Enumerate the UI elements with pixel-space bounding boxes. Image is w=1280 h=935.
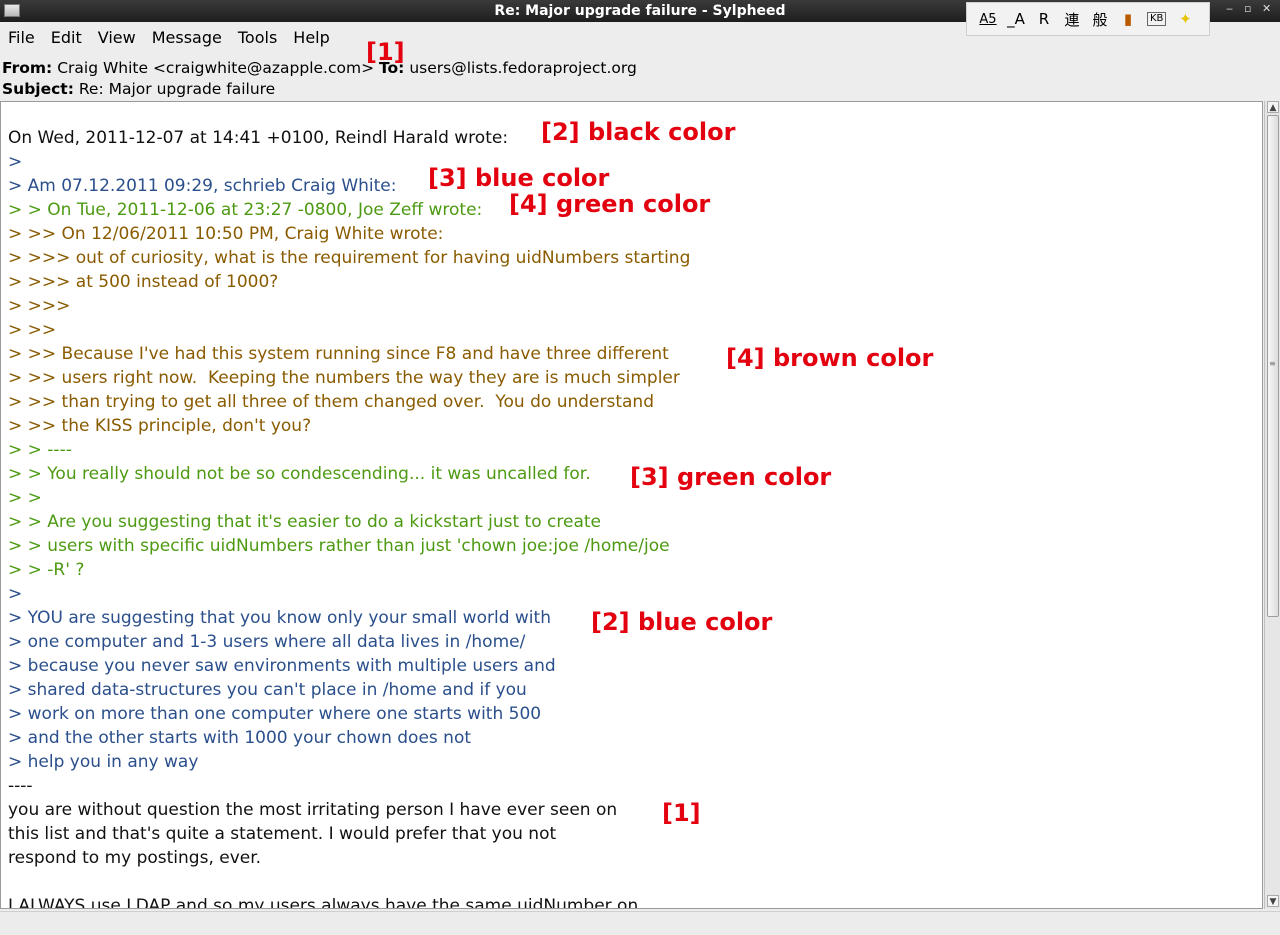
star-icon[interactable]: ✦ — [1176, 10, 1194, 28]
body-line: ---- — [8, 776, 33, 796]
menu-bar: File Edit View Message Tools Help — [0, 24, 338, 52]
body-line: > > -R' ? — [8, 560, 85, 580]
scroll-up-arrow-icon[interactable]: ▲ — [1267, 101, 1279, 113]
menu-message[interactable]: Message — [144, 24, 230, 52]
scroll-down-arrow-icon[interactable]: ▼ — [1267, 895, 1279, 907]
body-line: this list and that's quite a statement. … — [8, 824, 557, 844]
body-line: > shared data-structures you can't place… — [8, 680, 527, 700]
body-line: > >> users right now. Keeping the number… — [8, 368, 680, 388]
body-line: > > users with specific uidNumbers rathe… — [8, 536, 670, 556]
annotation-label: [2] blue color — [591, 608, 773, 636]
body-line: > YOU are suggesting that you know only … — [8, 608, 551, 628]
annotation-label: [4] brown color — [726, 344, 934, 372]
dictionary-book-icon[interactable]: ▮ — [1119, 10, 1137, 28]
annotation-marker: [1] — [366, 38, 405, 66]
to-value: users@lists.fedoraproject.org — [409, 59, 637, 77]
annotation-label: [4] green color — [509, 190, 711, 218]
annotation-label: [3] green color — [630, 463, 832, 491]
from-value: Craig White <craigwhite@azapple.com> — [57, 59, 375, 77]
body-line: > >> Because I've had this system runnin… — [8, 344, 669, 364]
menu-help[interactable]: Help — [285, 24, 337, 52]
body-line: respond to my postings, ever. — [8, 848, 262, 868]
body-line: > >>> out of curiosity, what is the requ… — [8, 248, 691, 268]
body-line: > because you never saw environments wit… — [8, 656, 556, 676]
header-line-from-to: From: Craig White <craigwhite@azapple.co… — [2, 58, 637, 79]
annotation-label: [2] black color — [541, 118, 736, 146]
header-line-subject: Subject: Re: Major upgrade failure — [2, 79, 637, 100]
maximize-icon[interactable]: ▫ — [1244, 2, 1251, 15]
message-body: On Wed, 2011-12-07 at 14:41 +0100, Reind… — [8, 126, 691, 909]
annotation-label: [3] blue color — [428, 164, 610, 192]
menu-view[interactable]: View — [90, 24, 144, 52]
im-input-mode-icon[interactable]: _A — [1007, 10, 1025, 28]
im-conversion-icon[interactable]: 連 — [1063, 9, 1081, 30]
annotation-marker: [1] — [662, 799, 701, 827]
body-line: you are without question the most irrita… — [8, 800, 618, 820]
menu-tools[interactable]: Tools — [230, 24, 285, 52]
minimize-icon[interactable]: ‒ — [1226, 2, 1233, 15]
body-line: > help you in any way — [8, 752, 199, 772]
body-line: > > — [8, 488, 42, 508]
body-line: > >> — [8, 320, 57, 340]
body-line: > > You really should not be so condesce… — [8, 464, 591, 484]
menu-edit[interactable]: Edit — [43, 24, 90, 52]
body-line: > > Are you suggesting that it's easier … — [8, 512, 601, 532]
body-line: > and the other starts with 1000 your ch… — [8, 728, 472, 748]
message-body-view[interactable]: On Wed, 2011-12-07 at 14:41 +0100, Reind… — [0, 101, 1263, 909]
body-line: > >> the KISS principle, don't you? — [8, 416, 312, 436]
im-mode-icon[interactable]: A5 — [979, 12, 997, 27]
body-line: > one computer and 1-3 users where all d… — [8, 632, 526, 652]
close-icon[interactable]: ✕ — [1262, 2, 1271, 15]
message-headers: From: Craig White <craigwhite@azapple.co… — [2, 58, 637, 100]
status-bar — [0, 911, 1280, 935]
vertical-scrollbar[interactable]: ▲ ≡ ▼ — [1264, 101, 1280, 909]
subject-label: Subject: — [2, 80, 74, 98]
im-romaji-icon[interactable]: R — [1035, 10, 1053, 28]
subject-value: Re: Major upgrade failure — [78, 80, 276, 98]
body-line: > >>> — [8, 296, 71, 316]
keyboard-icon[interactable]: KB — [1147, 12, 1167, 26]
scrollbar-grip-icon: ≡ — [1269, 359, 1276, 368]
body-line: > > ---- — [8, 440, 72, 460]
body-line: I ALWAYS use LDAP and so my users always… — [8, 896, 639, 909]
body-line: > >>> at 500 instead of 1000? — [8, 272, 279, 292]
body-line: > work on more than one computer where o… — [8, 704, 542, 724]
body-line: > — [8, 584, 23, 604]
body-line — [8, 870, 690, 894]
from-label: From: — [2, 59, 53, 77]
input-method-toolbar: A5 _A R 連 般 ▮ KB ✦ — [966, 2, 1210, 36]
menu-file[interactable]: File — [0, 24, 43, 52]
im-dictionary-mode-icon[interactable]: 般 — [1091, 9, 1109, 30]
body-line: > >> On 12/06/2011 10:50 PM, Craig White… — [8, 224, 444, 244]
body-line: > >> than trying to get all three of the… — [8, 392, 654, 412]
